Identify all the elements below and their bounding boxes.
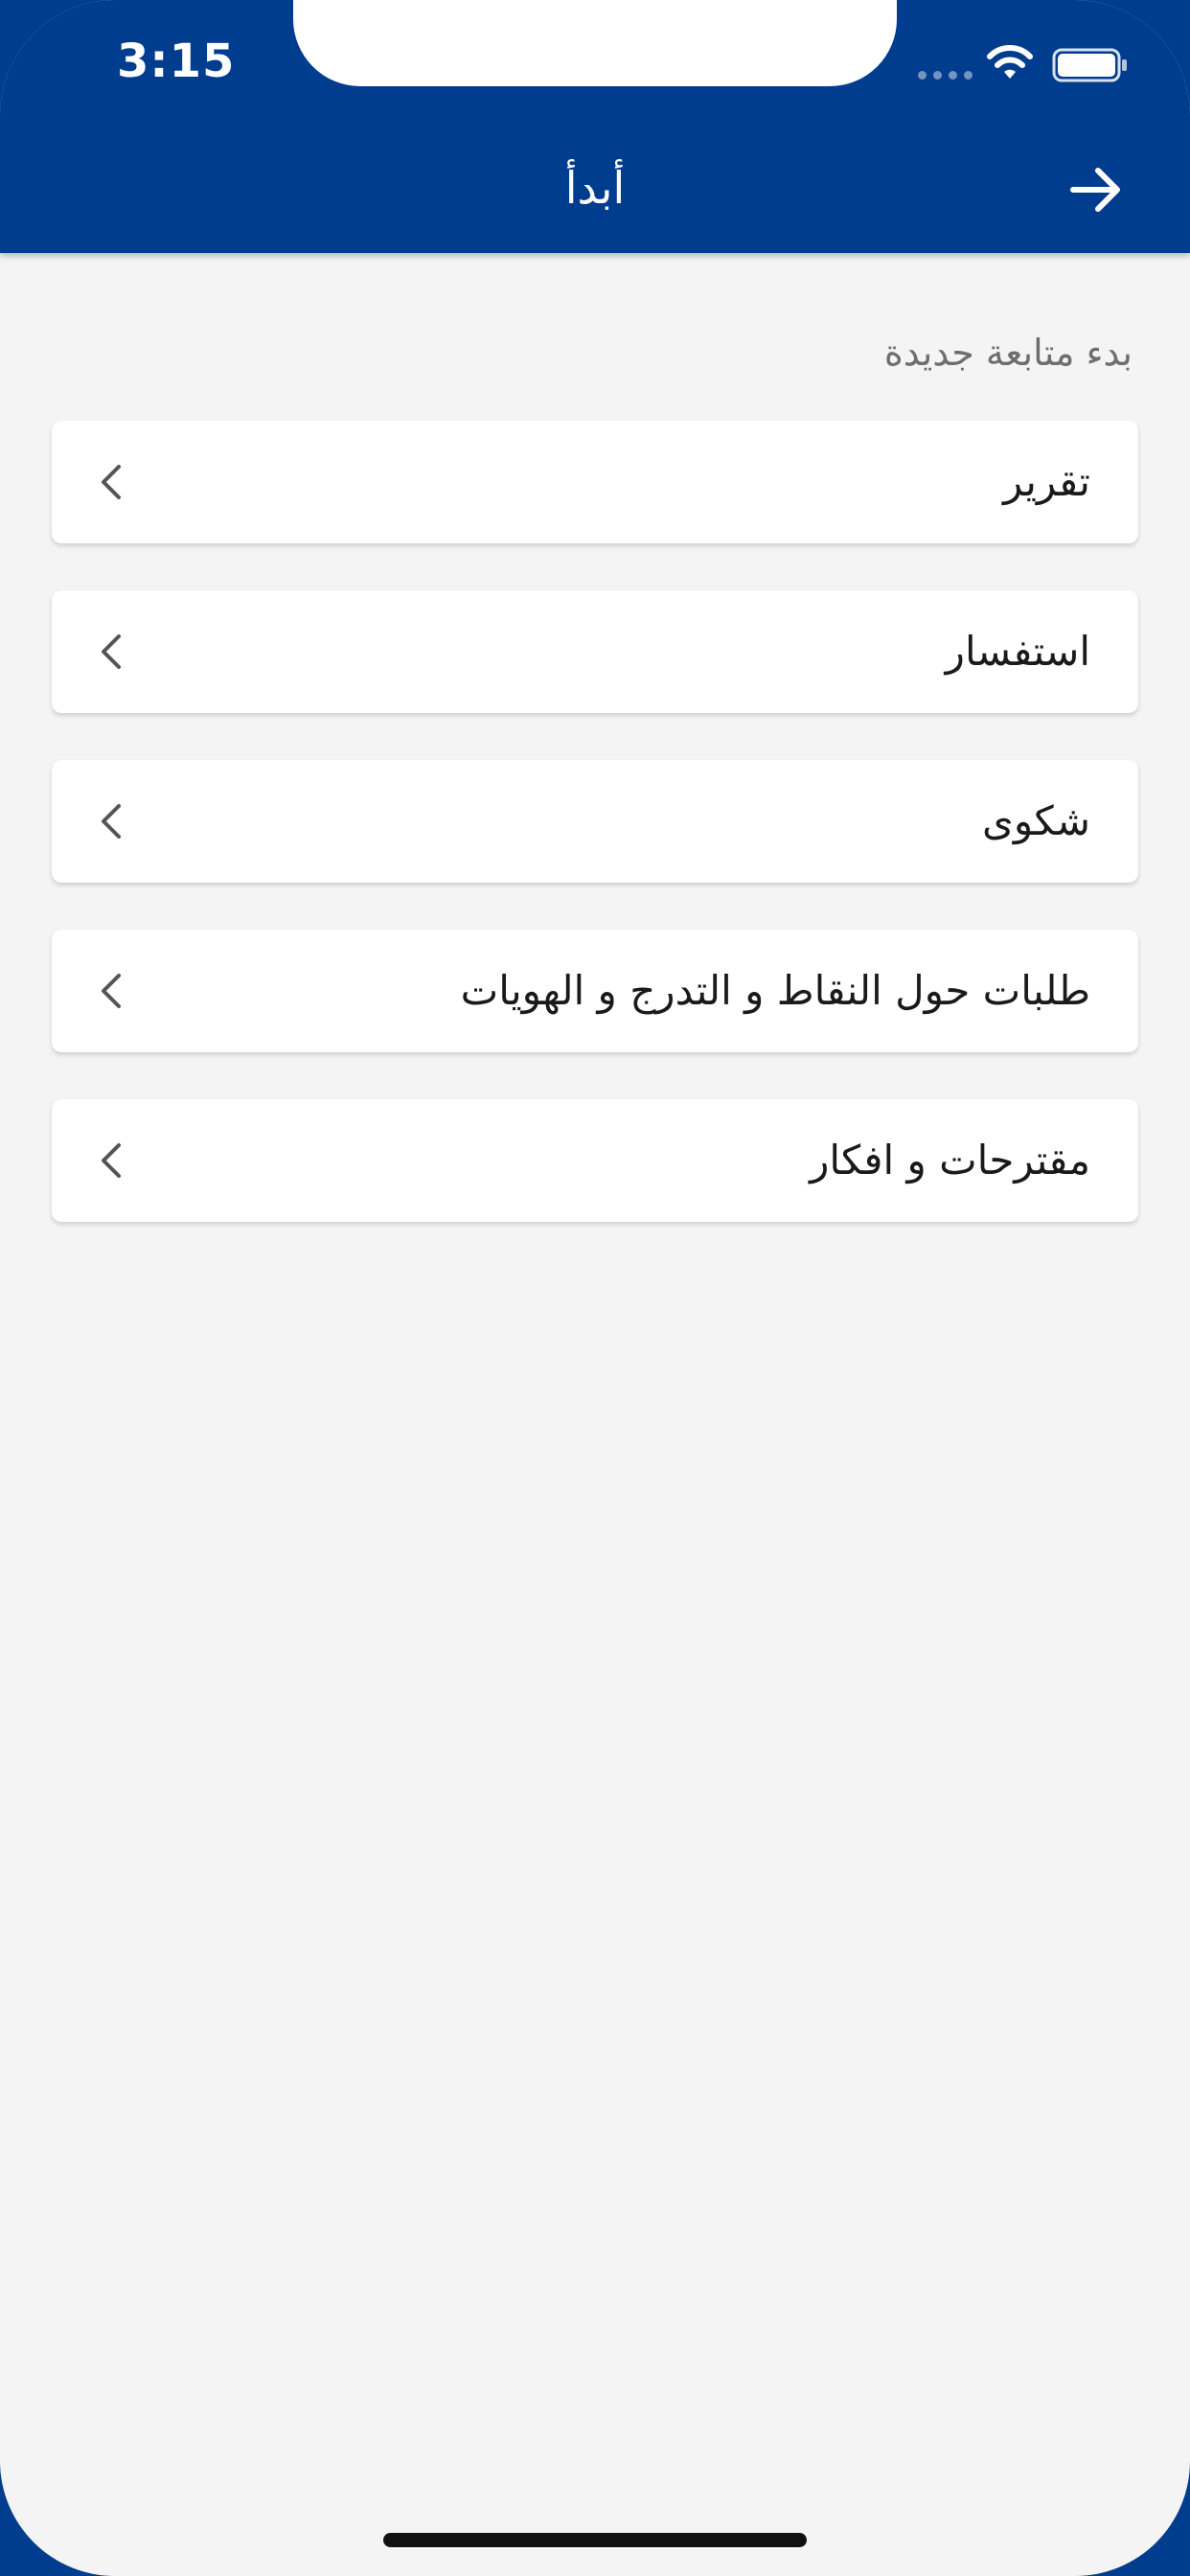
list-item-label: استفسار [945, 628, 1090, 675]
list-item-points-requests[interactable]: طلبات حول النقاط و التدرج و الهويات [52, 930, 1138, 1052]
wifi-icon [987, 45, 1033, 79]
chevron-left-icon [102, 974, 121, 1008]
list-item-label: تقرير [1003, 458, 1090, 505]
list-item-report[interactable]: تقرير [52, 421, 1138, 543]
list-item-complaint[interactable]: شكوى [52, 760, 1138, 883]
list-item-label: طلبات حول النقاط و التدرج و الهويات [460, 967, 1090, 1014]
status-time: 3:15 [117, 34, 236, 88]
section-label: بدء متابعة جديدة [883, 332, 1133, 374]
back-arrow-icon[interactable] [1065, 159, 1127, 220]
list-item-label: مقترحات و افكار [810, 1137, 1090, 1184]
list-item-label: شكوى [982, 797, 1090, 844]
battery-icon [1052, 48, 1127, 82]
chevron-left-icon [102, 634, 121, 669]
chevron-left-icon [102, 465, 121, 499]
app-screen: 3:15 أبدأ بدء متابعة جديدة تقرير استفسار… [0, 0, 1190, 2576]
page-title: أبدأ [564, 162, 626, 214]
home-indicator[interactable] [383, 2533, 807, 2547]
chevron-left-icon [102, 1143, 121, 1178]
list-item-inquiry[interactable]: استفسار [52, 590, 1138, 713]
list-item-suggestions[interactable]: مقترحات و افكار [52, 1099, 1138, 1222]
chevron-left-icon [102, 804, 121, 839]
cellular-signal-icon [918, 71, 973, 80]
header-bar: 3:15 أبدأ [0, 0, 1190, 253]
device-notch [293, 0, 897, 86]
